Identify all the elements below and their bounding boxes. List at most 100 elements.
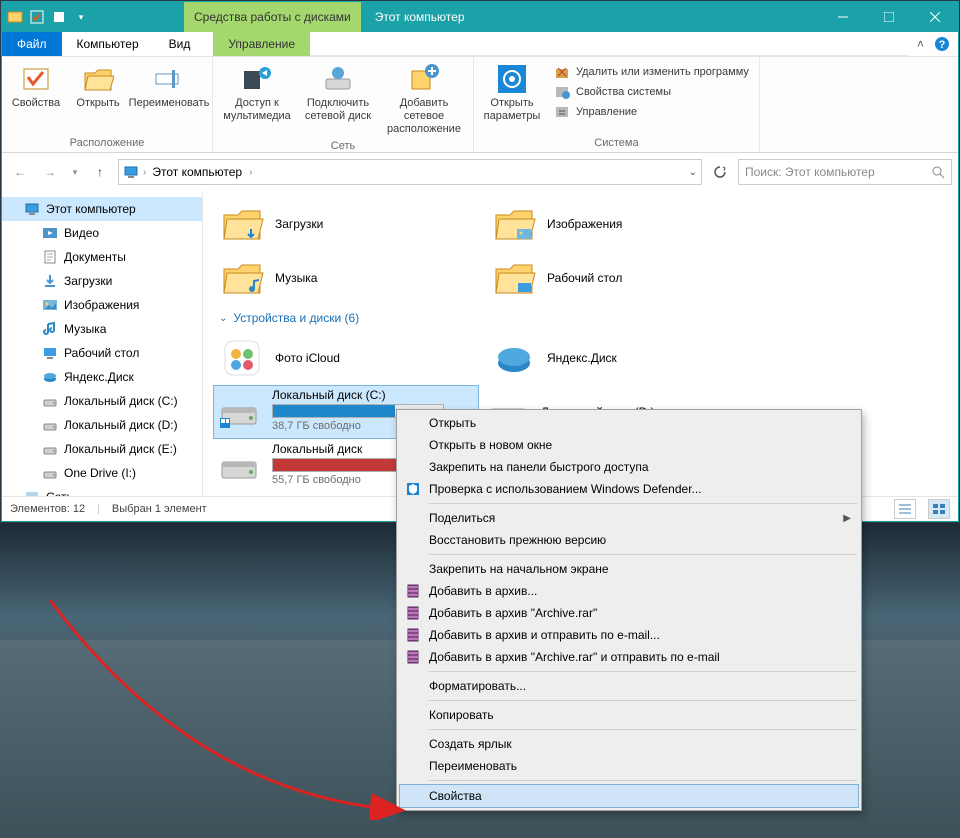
- context-menu-item[interactable]: Добавить в архив и отправить по e-mail..…: [399, 624, 859, 646]
- context-separator: [429, 554, 857, 555]
- context-separator: [429, 503, 857, 504]
- chevron-right-icon[interactable]: ›: [143, 167, 146, 178]
- context-menu-item[interactable]: Закрепить на начальном экране: [399, 558, 859, 580]
- context-menu-item[interactable]: Форматировать...: [399, 675, 859, 697]
- open-folder-icon: [82, 63, 114, 95]
- search-icon: [932, 166, 945, 179]
- titlebar[interactable]: ▾ Средства работы с дисками Этот компьют…: [2, 2, 958, 32]
- tab-file[interactable]: Файл: [2, 32, 62, 56]
- nav-item[interactable]: One Drive (I:): [2, 461, 202, 485]
- nav-item[interactable]: Локальный диск (D:): [2, 413, 202, 437]
- context-menu-item[interactable]: Проверка с использованием Windows Defend…: [399, 478, 859, 500]
- minimize-button[interactable]: [820, 2, 866, 32]
- device-item[interactable]: Яндекс.Диск: [485, 331, 757, 385]
- ribbon-group-location-label: Расположение: [6, 134, 208, 152]
- media-icon: [241, 63, 273, 95]
- close-button[interactable]: [912, 2, 958, 32]
- help-icon[interactable]: ?: [934, 36, 950, 52]
- nav-network[interactable]: Сеть: [2, 485, 202, 496]
- refresh-button[interactable]: [708, 160, 732, 184]
- shield-icon: [405, 481, 421, 497]
- ribbon-properties[interactable]: Свойства: [6, 60, 66, 134]
- rename-icon: [153, 63, 185, 95]
- ribbon-group-network-label: Сеть: [217, 137, 469, 155]
- qat-properties-icon[interactable]: [28, 8, 46, 26]
- ribbon-group-system-label: Система: [478, 134, 755, 152]
- status-count: Элементов: 12: [10, 503, 85, 515]
- ribbon-open[interactable]: Открыть: [68, 60, 128, 134]
- rar-icon: [405, 605, 421, 621]
- context-menu-item[interactable]: Добавить в архив...: [399, 580, 859, 602]
- tab-computer[interactable]: Компьютер: [62, 32, 154, 56]
- nav-this-pc[interactable]: Этот компьютер: [2, 197, 202, 221]
- nav-item[interactable]: Изображения: [2, 293, 202, 317]
- ribbon-system-properties[interactable]: Свойства системы: [548, 82, 755, 102]
- nav-back-button[interactable]: ←: [8, 160, 32, 184]
- navigation-pane: Этот компьютер ВидеоДокументыЗагрузкиИзо…: [2, 191, 203, 496]
- ribbon-rename[interactable]: Переименовать: [130, 60, 208, 134]
- context-separator: [429, 780, 857, 781]
- nav-item[interactable]: Рабочий стол: [2, 341, 202, 365]
- device-item[interactable]: Фото iCloud: [213, 331, 485, 385]
- context-menu-item[interactable]: Открыть в новом окне: [399, 434, 859, 456]
- context-menu-item[interactable]: Открыть: [399, 412, 859, 434]
- breadcrumb-root[interactable]: Этот компьютер›: [150, 165, 254, 179]
- folder-item[interactable]: Изображения: [485, 197, 757, 251]
- nav-item[interactable]: Документы: [2, 245, 202, 269]
- pc-icon: [123, 164, 139, 180]
- properties-icon: [20, 63, 52, 95]
- folder-item[interactable]: Загрузки: [213, 197, 485, 251]
- search-box[interactable]: Поиск: Этот компьютер: [738, 159, 952, 185]
- maximize-button[interactable]: [866, 2, 912, 32]
- ribbon-manage[interactable]: Управление: [548, 102, 755, 122]
- context-menu-item[interactable]: Копировать: [399, 704, 859, 726]
- ribbon-map-drive[interactable]: Подключить сетевой диск: [299, 60, 377, 137]
- view-large-icon[interactable]: [928, 499, 950, 519]
- ribbon-add-network[interactable]: Добавить сетевое расположение: [379, 60, 469, 137]
- contextual-tab-title: Средства работы с дисками: [184, 2, 361, 32]
- folder-icon: [219, 255, 265, 301]
- folder-item[interactable]: Музыка: [213, 251, 485, 305]
- nav-forward-button[interactable]: →: [38, 160, 62, 184]
- nav-recent-button[interactable]: ▾: [68, 160, 82, 184]
- ribbon-settings-label: Открыть параметры: [478, 97, 546, 123]
- tab-manage[interactable]: Управление: [213, 32, 310, 56]
- view-details-icon[interactable]: [894, 499, 916, 519]
- rar-icon: [405, 627, 421, 643]
- quick-access-toolbar: ▾: [2, 2, 94, 32]
- nav-item[interactable]: Локальный диск (E:): [2, 437, 202, 461]
- address-bar[interactable]: › Этот компьютер› ⌄: [118, 159, 702, 185]
- add-network-icon: [408, 63, 440, 95]
- qat-dropdown-icon[interactable]: ▾: [72, 8, 90, 26]
- folder-item[interactable]: Рабочий стол: [485, 251, 757, 305]
- nav-item[interactable]: Яндекс.Диск: [2, 365, 202, 389]
- context-menu-item[interactable]: Переименовать: [399, 755, 859, 777]
- nav-item[interactable]: Видео: [2, 221, 202, 245]
- ribbon-uninstall[interactable]: Удалить или изменить программу: [548, 62, 755, 82]
- collapse-ribbon-icon[interactable]: ˄: [917, 37, 924, 51]
- nav-item[interactable]: Загрузки: [2, 269, 202, 293]
- ribbon-manage-label: Управление: [576, 106, 637, 118]
- context-menu-item[interactable]: Добавить в архив "Archive.rar": [399, 602, 859, 624]
- context-menu-item[interactable]: Свойства: [399, 784, 859, 808]
- ribbon-open-settings[interactable]: Открыть параметры: [478, 60, 546, 134]
- context-menu-item[interactable]: Закрепить на панели быстрого доступа: [399, 456, 859, 478]
- device-icon: [491, 335, 537, 381]
- context-menu: ОткрытьОткрыть в новом окнеЗакрепить на …: [396, 409, 862, 811]
- devices-group-header[interactable]: ⌄Устройства и диски (6): [219, 311, 948, 325]
- context-menu-item[interactable]: Поделиться▶: [399, 507, 859, 529]
- context-separator: [429, 671, 857, 672]
- ribbon-open-label: Открыть: [76, 97, 119, 110]
- context-menu-item[interactable]: Восстановить прежнюю версию: [399, 529, 859, 551]
- nav-item[interactable]: Локальный диск (C:): [2, 389, 202, 413]
- ribbon-media-access[interactable]: Доступ к мультимедиа: [217, 60, 297, 137]
- nav-item[interactable]: Музыка: [2, 317, 202, 341]
- qat-new-icon[interactable]: [50, 8, 68, 26]
- ribbon: Свойства Открыть Переименовать Расположе…: [2, 57, 958, 153]
- address-dropdown-icon[interactable]: ⌄: [689, 167, 697, 178]
- context-menu-item[interactable]: Создать ярлык: [399, 733, 859, 755]
- ribbon-map-label: Подключить сетевой диск: [299, 97, 377, 123]
- nav-up-button[interactable]: ↑: [88, 160, 112, 184]
- context-menu-item[interactable]: Добавить в архив "Archive.rar" и отправи…: [399, 646, 859, 668]
- tab-view[interactable]: Вид: [154, 32, 206, 56]
